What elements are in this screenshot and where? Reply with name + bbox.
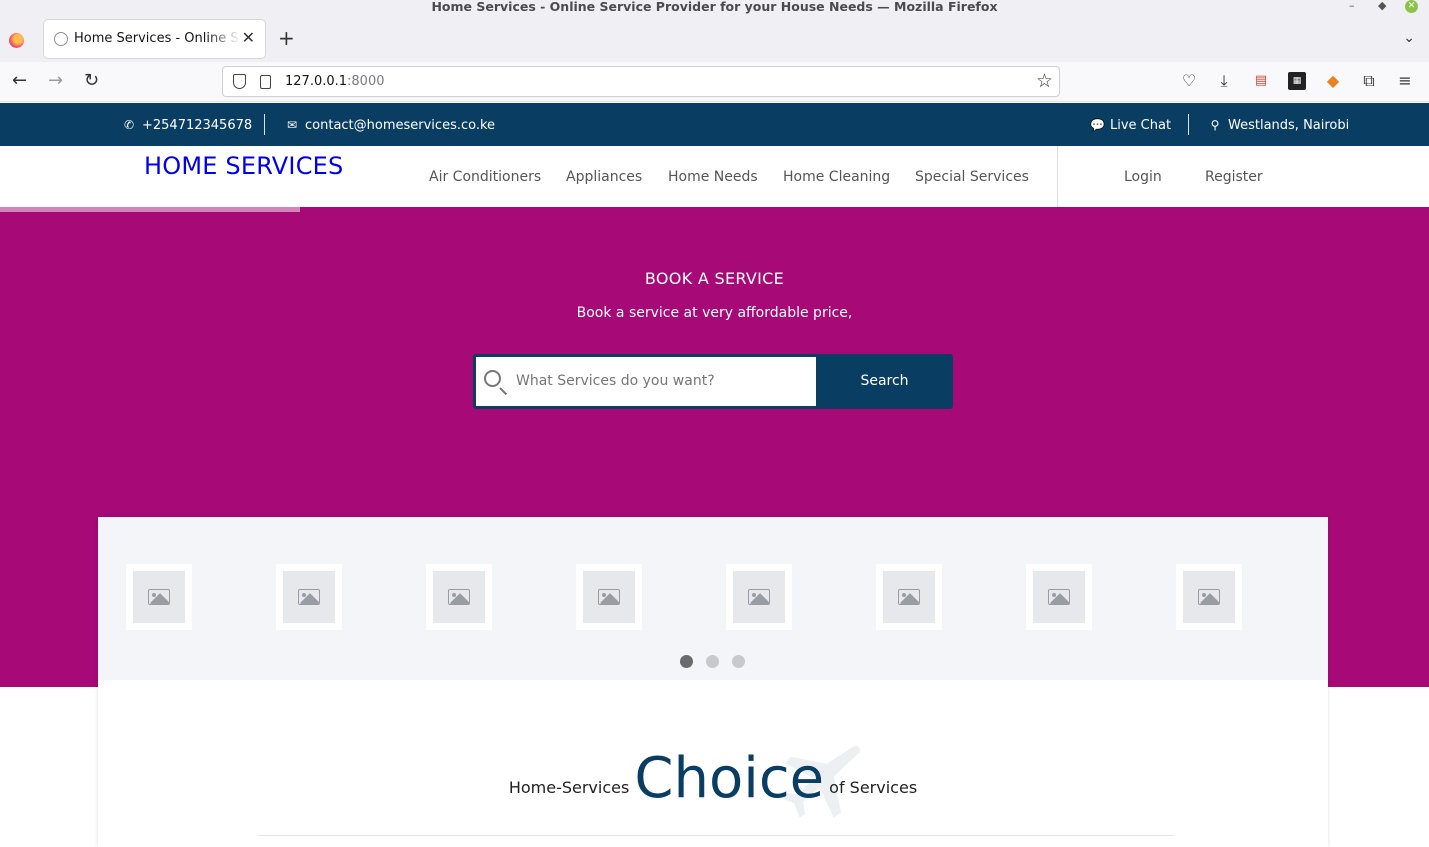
site-header: HOME SERVICES Air Conditioners Appliance… [0,146,1429,207]
image-icon [148,589,170,605]
page-load-progress [0,207,300,212]
image-icon [298,589,320,605]
url-host: 127.0.0.1 [285,74,348,89]
contact-info-bar: ✆ +254712345678 ✉ contact@homeservices.co.… [0,103,1429,146]
carousel-dot-1[interactable] [680,655,693,668]
heading-underline [258,835,1174,836]
reload-icon[interactable]: ↻ [84,71,99,91]
image-placeholder [433,571,485,623]
window-title: Home Services - Online Service Provider … [431,0,998,14]
live-chat-label: Live Chat [1110,118,1172,133]
divider [1188,114,1189,135]
navigation-toolbar: ← → ↻ 127.0.0.1:8000 ☆ ♡ ⤓ ▤ ▦ ◆ ⧉ ≡ [0,62,1429,102]
carousel-image-placeholder[interactable] [126,564,192,630]
globe-icon [54,32,68,46]
service-carousel [98,517,1328,680]
back-arrow-icon[interactable]: ← [12,71,27,91]
url-port: :8000 [347,74,385,89]
carousel-dot-3[interactable] [732,655,745,668]
calendar-extension-icon[interactable]: ▤ [1252,72,1270,90]
carousel-image-placeholder[interactable] [276,564,342,630]
service-search-form: Search [473,354,953,409]
nav-special-services[interactable]: Special Services [915,168,1029,186]
image-placeholder [1183,571,1235,623]
shield-icon[interactable] [233,74,246,89]
heading-prefix: Home-Services [508,778,630,797]
carousel-image-placeholder[interactable] [576,564,642,630]
search-box[interactable] [476,357,816,406]
brand-logo-link[interactable]: HOME SERVICES [144,151,343,181]
hero-title: BOOK A SERVICE [644,269,785,288]
location: ⚲ Westlands, Nairobi [1208,117,1350,134]
services-card: Home-Services Choice of Services [98,517,1328,847]
qr-extension-icon[interactable]: ▦ [1288,72,1306,90]
image-placeholder [883,571,935,623]
carousel-image-placeholder[interactable] [1176,564,1242,630]
hero-subtitle: Book a service at very affordable price, [576,305,853,321]
search-button[interactable]: Search [816,354,953,409]
email-contact[interactable]: ✉ contact@homeservices.co.ke [285,117,495,134]
location-label: Westlands, Nairobi [1228,118,1350,133]
search-input[interactable] [516,372,806,390]
carousel-image-placeholder[interactable] [1026,564,1092,630]
bookmark-star-icon[interactable]: ☆ [1036,70,1053,92]
carousel-image-placeholder[interactable] [426,564,492,630]
tab-home-services[interactable]: Home Services - Online Service Provider … [44,20,265,58]
metamask-fox-icon[interactable]: ◆ [1324,72,1342,90]
email-address: contact@homeservices.co.ke [305,118,496,133]
extensions-puzzle-icon[interactable]: ⧉ [1360,72,1378,90]
nav-home-needs[interactable]: Home Needs [668,168,758,186]
phone-contact[interactable]: ✆ +254712345678 [122,117,252,134]
map-pin-icon: ⚲ [1210,118,1220,132]
carousel-image-placeholder[interactable] [726,564,792,630]
restore-icon[interactable]: ◆ [1378,0,1386,12]
hamburger-menu-icon[interactable]: ≡ [1396,72,1414,90]
image-placeholder [583,571,635,623]
image-placeholder [283,571,335,623]
image-icon [1198,589,1220,605]
image-icon [1048,589,1070,605]
window-titlebar: Home Services - Online Service Provider … [0,0,1429,16]
divider [264,114,265,135]
close-tab-icon[interactable]: ✕ [242,29,255,47]
register-link[interactable]: Register [1205,168,1263,186]
forward-arrow-icon[interactable]: → [48,71,63,91]
tab-label: Home Services - Online Service Provider … [74,31,240,46]
image-icon [598,589,620,605]
close-window-icon[interactable]: ✕ [1405,0,1418,13]
pocket-icon[interactable]: ♡ [1180,72,1198,90]
carousel-image-placeholder[interactable] [876,564,942,630]
nav-home-cleaning[interactable]: Home Cleaning [783,168,890,186]
image-placeholder [733,571,785,623]
minimize-icon[interactable]: – [1349,0,1355,12]
image-placeholder [133,571,185,623]
download-icon[interactable]: ⤓ [1215,72,1233,90]
heading-main: Choice [634,746,825,811]
section-heading: Home-Services Choice of Services [98,749,1328,809]
header-divider [1057,146,1058,207]
chat-bubble-icon: 💬 [1090,118,1105,132]
new-tab-icon[interactable]: + [278,28,295,48]
nav-appliances[interactable]: Appliances [566,168,642,186]
nav-air-conditioners[interactable]: Air Conditioners [429,168,541,186]
chevron-down-icon[interactable]: ⌄ [1403,30,1415,46]
live-chat-link[interactable]: 💬 Live Chat [1090,117,1171,134]
envelope-icon: ✉ [286,118,298,132]
phone-number: +254712345678 [142,118,253,133]
phone-icon: ✆ [123,118,135,132]
image-icon [898,589,920,605]
firefox-logo-icon [9,33,24,48]
image-placeholder [1033,571,1085,623]
page-info-icon[interactable] [260,75,271,89]
carousel-dot-2[interactable] [706,655,719,668]
address-bar[interactable]: 127.0.0.1:8000 ☆ [222,66,1060,97]
url-text[interactable]: 127.0.0.1:8000 [285,74,385,90]
image-icon [748,589,770,605]
image-icon [448,589,470,605]
tab-strip: Home Services - Online Service Provider … [0,16,1429,62]
heading-suffix: of Services [829,778,918,797]
login-link[interactable]: Login [1124,168,1162,186]
search-icon [484,370,501,387]
